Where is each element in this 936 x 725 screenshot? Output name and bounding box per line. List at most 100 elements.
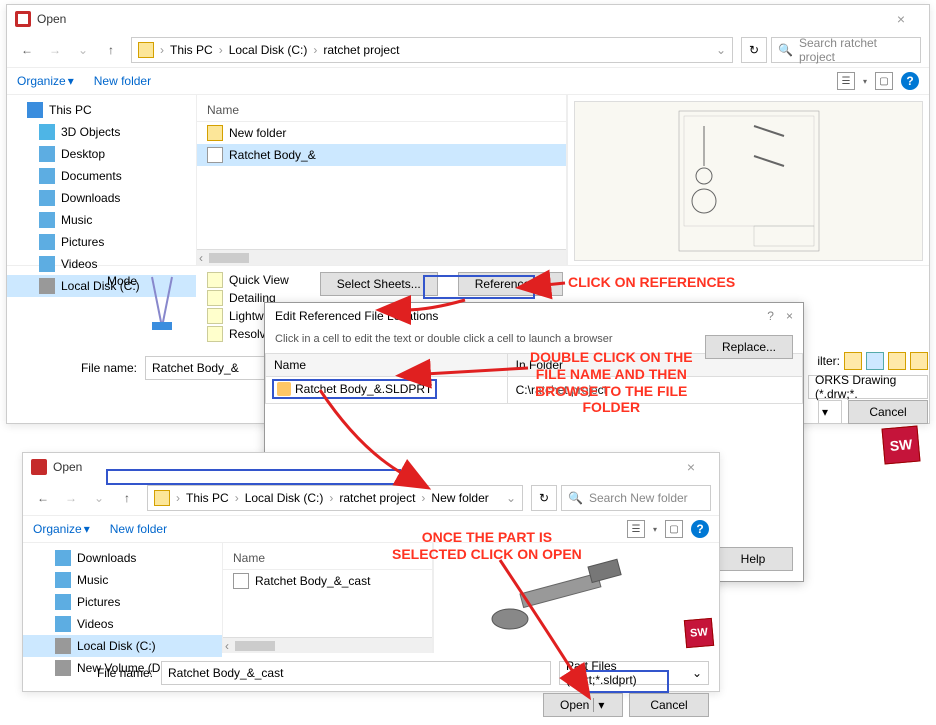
back-button[interactable]: ← xyxy=(31,486,55,510)
help-icon[interactable]: ? xyxy=(767,309,774,323)
tree-item[interactable]: Downloads xyxy=(7,187,196,209)
tree-item[interactable]: Pictures xyxy=(23,591,222,613)
tree-item[interactable]: Music xyxy=(23,569,222,591)
scrollbar[interactable]: ‹ xyxy=(223,637,432,653)
filetype-dropdown[interactable]: ORKS Drawing (*.drw;*. xyxy=(808,375,928,399)
bottom-buttons-strip: ▾ Cancel xyxy=(818,400,928,424)
filter-icon[interactable] xyxy=(866,352,884,370)
file-item[interactable]: Ratchet Body_&_cast xyxy=(223,570,432,592)
mode-label: Mode xyxy=(17,272,137,288)
tree-item[interactable]: Downloads xyxy=(23,547,222,569)
breadcrumb-part[interactable]: New folder xyxy=(431,491,488,505)
tree-item[interactable]: Videos xyxy=(23,613,222,635)
tree-item[interactable]: 3D Objects xyxy=(7,121,196,143)
tree-item[interactable]: Documents xyxy=(7,165,196,187)
mode-quickview[interactable]: Quick View xyxy=(207,272,290,288)
open-button[interactable]: Open▾ xyxy=(543,693,623,717)
titlebar: Open × xyxy=(23,453,719,481)
close-icon[interactable]: × xyxy=(786,309,793,323)
toolbar: Organize ▾ New folder ☰ ▾ ▢ ? xyxy=(23,515,719,543)
navbar: ← → ⌄ ↑ › This PC › Local Disk (C:) › ra… xyxy=(7,33,929,67)
dialog-title: Edit Referenced File Locations ? × xyxy=(265,303,803,329)
scrollbar[interactable]: ‹ xyxy=(197,249,566,265)
up-button[interactable]: ↑ xyxy=(99,38,123,62)
tree-item[interactable]: This PC xyxy=(7,99,196,121)
app-icon xyxy=(15,11,31,27)
sw-logo: SW xyxy=(685,619,713,647)
organize-menu[interactable]: Organize ▾ xyxy=(17,74,74,88)
refresh-button[interactable]: ↻ xyxy=(531,485,557,511)
select-sheets-button[interactable]: Select Sheets... xyxy=(320,272,438,296)
file-item[interactable]: Ratchet Body_& xyxy=(197,144,566,166)
breadcrumb-part[interactable]: This PC xyxy=(186,491,229,505)
refresh-button[interactable]: ↻ xyxy=(741,37,767,63)
breadcrumb-part[interactable]: This PC xyxy=(170,43,213,57)
window-title: Open xyxy=(37,12,881,26)
breadcrumb[interactable]: › This PC › Local Disk (C:) › ratchet pr… xyxy=(147,485,523,511)
sw-logo: SW xyxy=(883,427,919,463)
file-list: Name New folder Ratchet Body_& ‹ xyxy=(197,95,567,265)
tree-item[interactable]: Local Disk (C:) xyxy=(23,635,222,657)
tree-item[interactable]: Desktop xyxy=(7,143,196,165)
filter-icon[interactable] xyxy=(844,352,862,370)
folder-icon xyxy=(154,490,170,506)
file-item[interactable]: New folder xyxy=(197,122,566,144)
window-title: Open xyxy=(53,460,671,474)
view-menu[interactable]: ☰ xyxy=(837,72,855,90)
preview-toggle[interactable]: ▢ xyxy=(665,520,683,538)
view-menu[interactable]: ☰ xyxy=(627,520,645,538)
help-button[interactable]: Help xyxy=(713,547,793,571)
filter-label: ilter: xyxy=(817,354,840,368)
chevron-down-icon[interactable]: ⌄ xyxy=(716,43,726,57)
search-input[interactable]: 🔍 Search ratchet project xyxy=(771,37,921,63)
breadcrumb[interactable]: › This PC › Local Disk (C:) › ratchet pr… xyxy=(131,37,733,63)
back-button[interactable]: ← xyxy=(15,38,39,62)
breadcrumb-part[interactable]: Local Disk (C:) xyxy=(245,491,324,505)
close-button[interactable]: × xyxy=(881,11,921,27)
folder-icon xyxy=(138,42,154,58)
part-icon xyxy=(277,382,291,396)
column-name[interactable]: Name xyxy=(266,354,508,377)
tree-item[interactable]: Pictures xyxy=(7,231,196,253)
breadcrumb-part[interactable]: ratchet project xyxy=(339,491,415,505)
cancel-button[interactable]: Cancel xyxy=(848,400,928,424)
search-icon: 🔍 xyxy=(778,43,793,57)
navbar: ← → ⌄ ↑ › This PC › Local Disk (C:) › ra… xyxy=(23,481,719,515)
preview-toggle[interactable]: ▢ xyxy=(875,72,893,90)
filetype-dropdown[interactable]: Part Files (*.prt;*.sldprt)⌄ xyxy=(559,661,709,685)
filename-label: File name: xyxy=(33,666,153,680)
new-folder-button[interactable]: New folder xyxy=(94,74,151,88)
new-folder-button[interactable]: New folder xyxy=(110,522,167,536)
tree-item[interactable]: Music xyxy=(7,209,196,231)
filter-icon[interactable] xyxy=(888,352,906,370)
filter-icon[interactable] xyxy=(910,352,928,370)
annotation-3: ONCE THE PART IS SELECTED CLICK ON OPEN xyxy=(392,529,582,563)
column-header[interactable]: Name xyxy=(197,99,566,122)
cancel-button[interactable]: Cancel xyxy=(629,693,709,717)
replace-button[interactable]: Replace... xyxy=(705,335,793,359)
mode-graphic xyxy=(147,272,197,332)
forward-button[interactable]: → xyxy=(59,486,83,510)
toolbar: Organize ▾ New folder ☰ ▾ ▢ ? xyxy=(7,67,929,95)
titlebar: Open × xyxy=(7,5,929,33)
help-button[interactable]: ? xyxy=(691,520,709,538)
open-split-button[interactable]: ▾ xyxy=(818,400,842,424)
breadcrumb-part[interactable]: ratchet project xyxy=(323,43,399,57)
preview-pane xyxy=(567,95,929,265)
references-button[interactable]: References... xyxy=(458,272,563,296)
help-button[interactable]: ? xyxy=(901,72,919,90)
recent-button[interactable]: ⌄ xyxy=(71,38,95,62)
recent-button[interactable]: ⌄ xyxy=(87,486,111,510)
chevron-down-icon[interactable]: ⌄ xyxy=(506,491,516,505)
forward-button[interactable]: → xyxy=(43,38,67,62)
filename-input[interactable] xyxy=(161,661,551,685)
up-button[interactable]: ↑ xyxy=(115,486,139,510)
annotation-2: DOUBLE CLICK ON THE FILE NAME AND THEN B… xyxy=(530,349,693,416)
filetype-strip: ORKS Drawing (*.drw;*. xyxy=(808,375,928,399)
breadcrumb-part[interactable]: Local Disk (C:) xyxy=(229,43,308,57)
search-input[interactable]: 🔍 Search New folder xyxy=(561,485,711,511)
organize-menu[interactable]: Organize ▾ xyxy=(33,522,90,536)
close-button[interactable]: × xyxy=(671,459,711,475)
dialog-buttons: Open▾ Cancel xyxy=(23,693,719,725)
filename-label: File name: xyxy=(17,361,137,375)
